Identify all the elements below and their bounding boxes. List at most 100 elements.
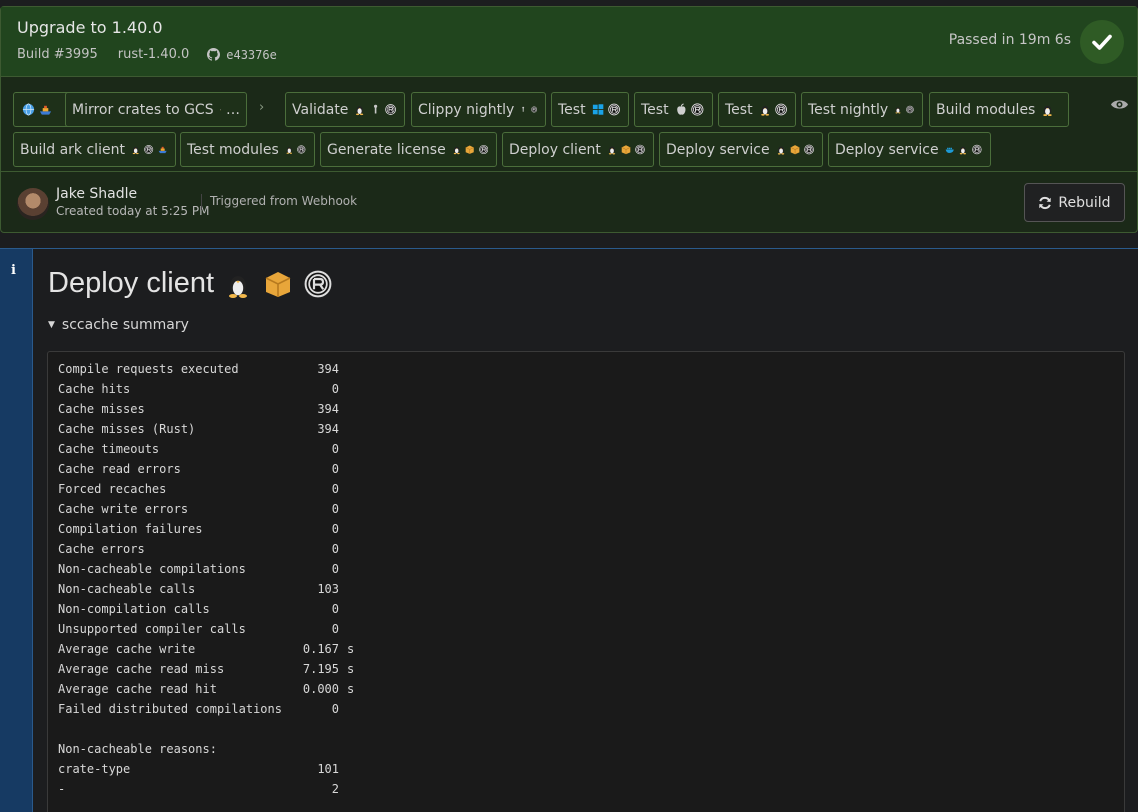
stat-key: - <box>58 782 66 796</box>
job-label: Test <box>558 101 586 118</box>
job-label: Deploy client <box>509 141 601 158</box>
stat-unit: s <box>347 682 355 696</box>
created-time: Created today at 5:25 PM <box>56 204 210 218</box>
globe-icon <box>22 103 35 116</box>
rust-icon <box>608 103 620 116</box>
stat-line: crate-type 101 <box>58 762 339 782</box>
stat-key: Failed distributed compilations <box>58 702 282 716</box>
job-label: Test <box>641 101 669 118</box>
linux-icon <box>132 146 139 155</box>
stat-key: Cache misses (Rust) <box>58 422 196 436</box>
stat-line: Cache errors 0 <box>58 542 339 562</box>
stat-value: 0 <box>331 622 339 636</box>
stat-value: 394 <box>317 422 339 436</box>
stat-key: Average cache read miss <box>58 662 225 676</box>
rust-icon <box>972 144 982 155</box>
stat-line: Cache hits 0 <box>58 382 339 402</box>
job-button[interactable]: Mirror crates to GCS… <box>65 92 247 127</box>
eye-icon[interactable] <box>1110 98 1129 111</box>
job-label: Build ark client <box>20 141 125 158</box>
job-button[interactable]: Build modules <box>929 92 1069 127</box>
build-title[interactable]: Upgrade to 1.40.0 <box>17 18 163 37</box>
stat-key: Cache write errors <box>58 502 189 516</box>
stat-key: Average cache read hit <box>58 682 217 696</box>
stat-key: Unsupported compiler calls <box>58 622 246 636</box>
stat-key: Cache errors <box>58 542 145 556</box>
job-label: Deploy service <box>835 141 939 158</box>
job-button[interactable]: Test <box>634 92 713 127</box>
package-icon <box>621 145 631 155</box>
stat-key: Non-compilation calls <box>58 602 210 616</box>
job-button[interactable]: Test modules <box>180 132 315 167</box>
stat-line: Average cache read hit 0.000 s <box>58 682 354 702</box>
stat-line: Cache write errors 0 <box>58 502 339 522</box>
disclosure-triangle-icon: ▼ <box>48 320 55 330</box>
stat-value: 7.195 <box>302 662 339 676</box>
job-label: Mirror crates to GCS <box>72 101 214 118</box>
linux-icon <box>760 106 769 116</box>
build-status-text: Passed in 19m 6s <box>948 32 1071 48</box>
job-button[interactable]: Test <box>551 92 629 127</box>
reasons-heading: Non-cacheable reasons: <box>58 742 217 756</box>
rust-icon <box>478 144 488 155</box>
job-label: Test nightly <box>808 101 889 118</box>
wrench-icon <box>373 104 377 114</box>
linux-icon <box>960 146 967 155</box>
sccache-summary-toggle[interactable]: ▼ sccache summary <box>48 317 189 333</box>
stat-key: Forced recaches <box>58 482 167 496</box>
job-button[interactable]: Test nightly <box>801 92 923 127</box>
info-icon[interactable]: i <box>11 263 16 278</box>
commit-sha[interactable]: e43376e <box>226 48 277 62</box>
build-number[interactable]: Build #3995 <box>17 47 98 62</box>
job-button[interactable]: Generate license <box>320 132 497 167</box>
windows-icon <box>592 104 603 115</box>
avatar[interactable] <box>17 188 49 220</box>
job-pipeline: › Mirror crates to GCS … Validate Clippy ni… <box>1 78 1137 172</box>
stat-value: 0 <box>331 542 339 556</box>
job-button[interactable]: Test <box>718 92 796 127</box>
stat-key: Cache misses <box>58 402 145 416</box>
stat-line: Non-compilation calls 0 <box>58 602 339 622</box>
linux-icon <box>453 146 460 155</box>
job-button[interactable]: Deploy client <box>502 132 654 167</box>
job-label: Test modules <box>187 141 279 158</box>
stat-value: 0 <box>331 462 339 476</box>
rebuild-button[interactable]: Rebuild <box>1024 183 1125 222</box>
linux-icon <box>1043 105 1053 116</box>
ship-icon <box>39 105 52 115</box>
stat-line: Failed distributed compilations 0 <box>58 702 339 722</box>
stat-line: -2 <box>58 782 339 802</box>
stat-line: Non-cacheable calls 103 <box>58 582 339 602</box>
stat-line: Average cache read miss 7.195 s <box>58 662 354 682</box>
stat-value: 0 <box>331 482 339 496</box>
stat-key: Non-cacheable calls <box>58 582 196 596</box>
job-button[interactable]: Validate <box>285 92 405 127</box>
stat-key: Compile requests executed <box>58 362 239 376</box>
job-button[interactable]: Build ark client <box>13 132 176 167</box>
wrench-icon <box>522 106 525 112</box>
linux-icon <box>895 107 901 114</box>
rust-icon <box>906 105 914 114</box>
refresh-icon <box>1039 196 1052 209</box>
stat-unit: s <box>347 642 355 656</box>
stat-value: 2 <box>331 782 339 796</box>
package-icon <box>265 271 291 297</box>
job-label: Test <box>725 101 753 118</box>
stat-line: Unsupported compiler calls 0 <box>58 622 339 642</box>
apple-icon <box>676 103 686 115</box>
package-icon <box>790 145 800 155</box>
job-button[interactable]: Deploy service <box>659 132 823 167</box>
stat-line: Compile requests executed 394 <box>58 362 339 382</box>
job-detail-panel: i Deploy client ▼ sccache summary Compil… <box>0 248 1138 812</box>
job-label: Build modules <box>936 101 1036 118</box>
rust-icon <box>530 106 537 113</box>
stat-value: 394 <box>317 402 339 416</box>
wait-step-chevron-icon: › <box>259 100 265 115</box>
rust-icon <box>144 145 154 154</box>
build-author-row: Jake Shadle Created today at 5:25 PM Tri… <box>1 173 1137 233</box>
build-panel: Upgrade to 1.40.0 Build #3995 rust-1.40.… <box>0 6 1138 233</box>
job-button[interactable]: Deploy service <box>828 132 991 167</box>
job-button[interactable]: Clippy nightly <box>411 92 546 127</box>
branch-name[interactable]: rust-1.40.0 <box>118 47 190 62</box>
rust-icon <box>385 104 396 115</box>
